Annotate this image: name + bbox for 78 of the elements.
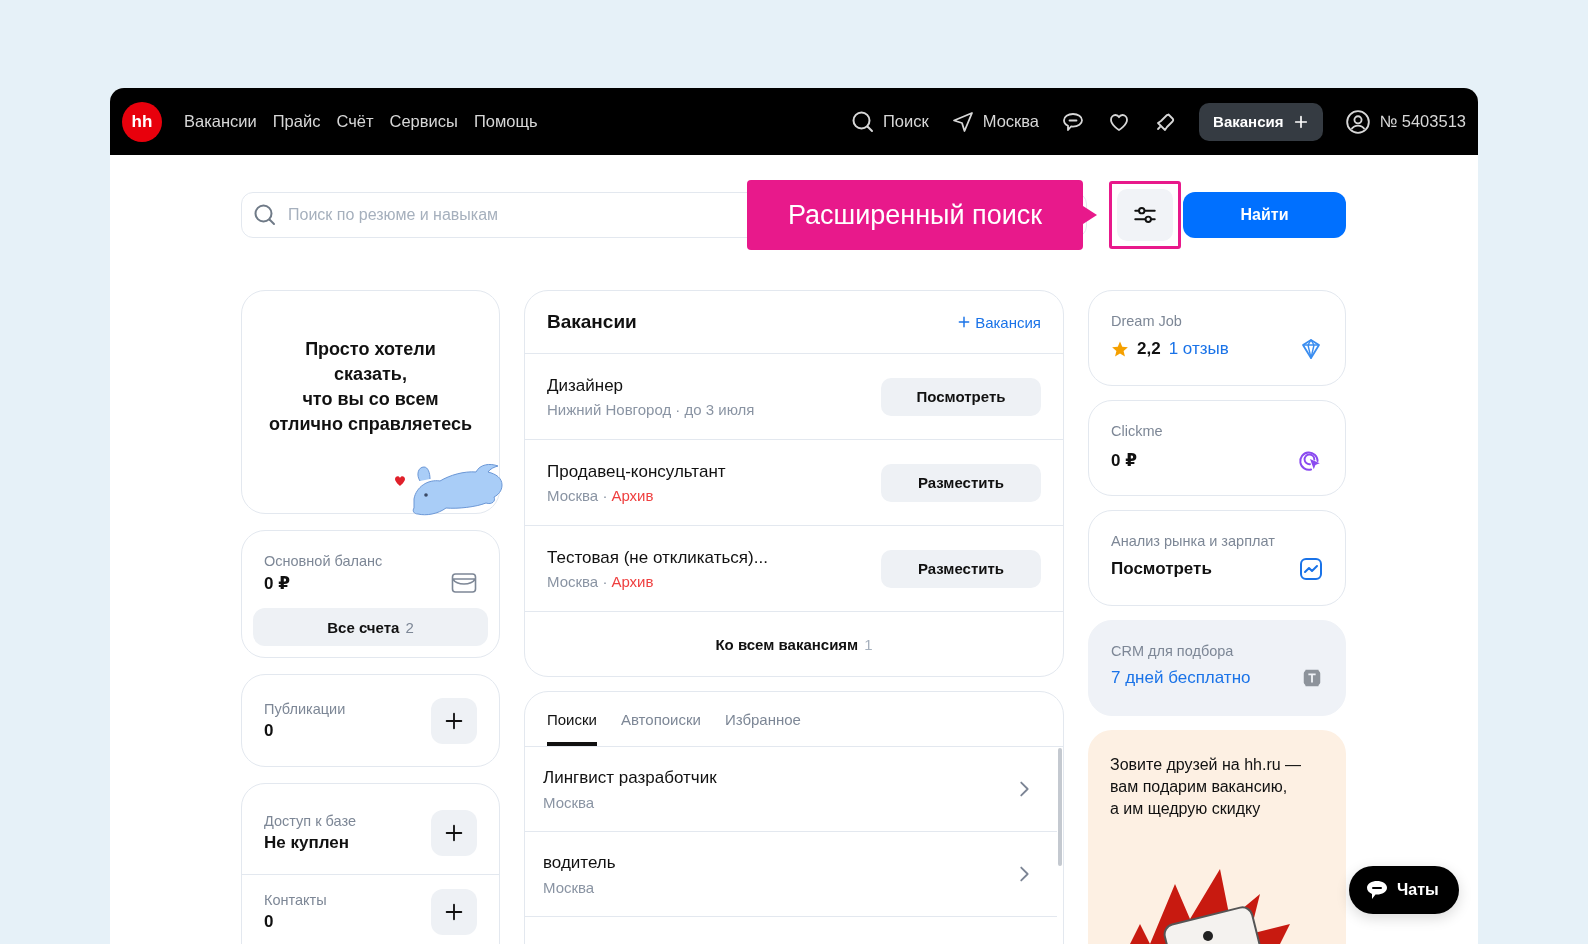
service-card[interactable]: CRM для подбора 7 дней бесплатно [1088,620,1346,716]
location-arrow-icon [950,109,975,134]
vacancy-action-button[interactable]: Посмотреть [881,377,1041,416]
plus-icon [957,315,972,329]
callout-label: Расширенный поиск [747,180,1083,250]
create-vacancy-button[interactable]: Вакансия [1199,102,1324,141]
balance-label: Основной баланс [264,553,383,569]
service-label: Dream Job [1111,313,1183,329]
search-icon [253,203,277,227]
service-card[interactable]: Анализ рынка и зарплат Посмотреть [1088,510,1346,606]
service-card[interactable]: Dream Job 2,2 1 отзыв [1088,290,1346,386]
crm-icon [1301,667,1323,689]
vacancy-action-button[interactable]: Разместить [881,463,1041,502]
vacancy-title[interactable]: Тестовая (не откликаться)... [547,547,768,568]
account-link[interactable]: № 5403513 [1345,108,1466,135]
service-card[interactable]: Clickme 0 ₽ [1088,400,1346,496]
nav-link[interactable]: Вакансии [184,112,257,131]
add-button[interactable] [431,810,477,856]
search-location: Москва [543,878,596,896]
diamond-icon [1299,337,1323,361]
publications-label: Публикации [264,700,346,717]
filter-button[interactable] [1117,189,1173,241]
service-label: Анализ рынка и зарплат [1111,533,1276,549]
find-button[interactable]: Найти [1183,192,1346,238]
vacancy-details: Нижний Новгород · до 3 июля [547,400,755,418]
vacancy-status: Архив [611,486,654,504]
section-title: Вакансии [547,311,637,333]
publications-value: 0 [264,720,275,741]
stat-value: Не куплен [264,833,350,853]
user-icon [1345,108,1372,135]
balance-value: 0 ₽ [264,573,291,594]
nav-link[interactable]: Счёт [336,112,374,131]
vacancy-title[interactable]: Продавец-консультант [547,461,726,482]
service-label: CRM для подбора [1111,643,1235,659]
saved-search-item[interactable]: Лингвист разработчик Москва [525,747,1057,832]
callout-pointer [1083,206,1097,224]
nav-link[interactable]: Прайс [272,112,321,131]
promo-message: Просто хотели сказать, что вы со всем отлично справляетесь [268,338,472,436]
vacancy-details: Москва · [547,572,608,590]
nav-link[interactable]: Помощь [473,112,538,131]
vacancy-details: Москва · [547,486,608,504]
city-link[interactable]: Москва [950,109,1040,134]
tab[interactable]: Поиски [547,692,597,746]
chats-button[interactable]: Чаты [1349,866,1459,914]
stat-value: 0 [264,912,275,932]
stat-label: Доступ к базе [264,813,357,829]
search-location: Москва [543,793,596,811]
add-vacancy-link[interactable]: Вакансия [957,313,1041,331]
tab[interactable]: Автопоиски [620,692,701,746]
vacancy-action-button[interactable]: Разместить [881,549,1041,588]
stat-label: Контакты [264,892,327,908]
plus-icon [443,901,465,923]
vacancy-title[interactable]: Дизайнер [547,375,755,396]
nav-link[interactable]: Сервисы [389,112,458,131]
search-title: водитель [543,852,616,873]
search-link[interactable]: Поиск [851,109,929,134]
tab[interactable]: Избранное [724,692,801,746]
referral-text: Зовите друзей на hh.ru — вам подарим вакансию, а им щедрую скидку [1110,755,1303,819]
add-button[interactable] [431,697,477,744]
chart-icon [1299,557,1323,581]
plus-icon [443,822,465,844]
reviews-link[interactable]: 1 отзыв [1168,339,1229,359]
all-vacancies-button[interactable]: Ко всем вакансиям 1 [709,634,879,654]
plus-icon [1293,113,1310,130]
all-accounts-button[interactable]: Все счета 2 [253,608,488,646]
service-value: Посмотреть [1111,559,1212,579]
service-label: Clickme [1111,423,1164,439]
trial-link[interactable]: 7 дней бесплатно [1111,668,1251,688]
add-button[interactable] [431,889,477,935]
logo[interactable]: hh [122,101,162,142]
rating-value: 2,2 [1137,339,1161,359]
service-value: 0 ₽ [1111,449,1137,471]
wallet-icon [451,572,477,594]
vacancy-status: Архив [611,572,654,590]
search-icon [851,109,875,134]
search-title: Лингвист разработчик [543,767,717,788]
star-icon [1111,340,1129,358]
saved-search-item[interactable]: водитель Москва [525,832,1057,917]
